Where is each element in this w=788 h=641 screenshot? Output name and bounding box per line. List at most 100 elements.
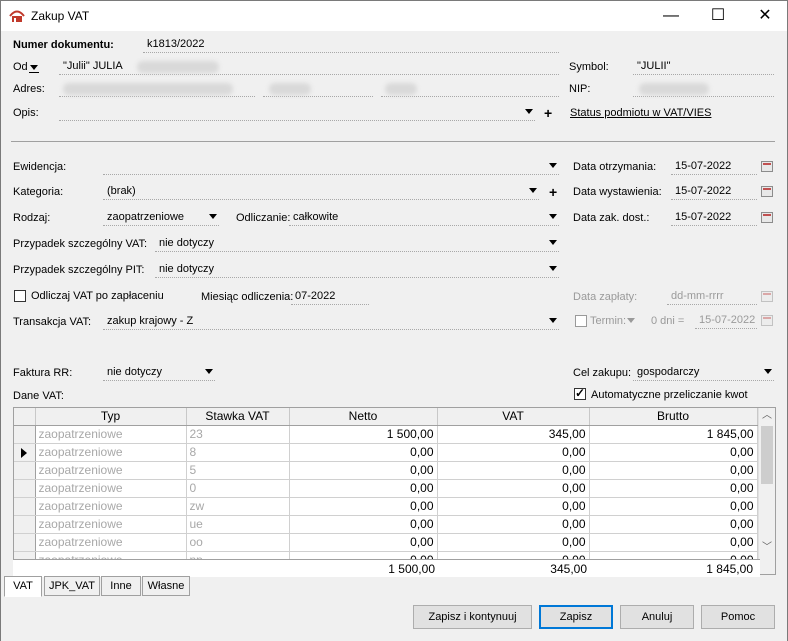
cell-vat[interactable]: 0,00 — [437, 443, 590, 462]
kategoria-dropdown[interactable]: (brak) — [103, 184, 539, 200]
cancel-button[interactable]: Anuluj — [620, 605, 694, 629]
calendar-icon[interactable] — [761, 291, 773, 302]
data-zaplaty-field[interactable]: dd-mm-rrrr — [667, 289, 757, 305]
grid-vertical-scrollbar[interactable]: ︿ ﹀ — [758, 408, 775, 574]
cell-stawka[interactable]: ue — [186, 515, 290, 534]
ewidencja-dropdown[interactable] — [103, 159, 559, 175]
from-dropdown-button[interactable] — [29, 62, 39, 74]
data-zak-field[interactable]: 15-07-2022 — [671, 210, 757, 226]
data-otrzymania-field[interactable]: 15-07-2022 — [671, 159, 757, 175]
cell-vat[interactable]: 345,00 — [437, 425, 590, 444]
table-row[interactable]: zaopatrzeniowe oo 0,00 0,00 0,00 — [14, 533, 758, 552]
cell-netto[interactable]: 0,00 — [289, 497, 438, 516]
cell-vat[interactable]: 0,00 — [437, 497, 590, 516]
cell-vat[interactable]: 0,00 — [437, 479, 590, 498]
calendar-icon[interactable] — [761, 315, 773, 326]
doc-number-field[interactable]: k1813/2022 — [143, 37, 559, 53]
column-header-stawka[interactable]: Stawka VAT — [186, 408, 290, 426]
termin-date-field[interactable]: 15-07-2022 — [695, 313, 757, 329]
row-indicator[interactable] — [14, 443, 36, 462]
termin-chevron-down-icon[interactable] — [627, 318, 635, 323]
data-wystawienia-field[interactable]: 15-07-2022 — [671, 184, 757, 200]
przypadek-pit-dropdown[interactable]: nie dotyczy — [155, 262, 559, 278]
column-header-netto[interactable]: Netto — [289, 408, 438, 426]
table-row[interactable]: zaopatrzeniowe 23 1 500,00 345,00 1 845,… — [14, 425, 758, 444]
cell-typ[interactable]: zaopatrzeniowe — [35, 443, 187, 462]
cell-typ[interactable]: zaopatrzeniowe — [35, 533, 187, 552]
cell-stawka[interactable]: 0 — [186, 479, 290, 498]
cell-netto[interactable]: 0,00 — [289, 443, 438, 462]
maximize-button[interactable]: ☐ — [695, 1, 741, 31]
scroll-down-icon[interactable]: ﹀ — [759, 540, 775, 556]
transakcja-dropdown[interactable]: zakup krajowy - Z — [103, 314, 559, 330]
row-indicator[interactable] — [14, 461, 36, 480]
column-header-vat[interactable]: VAT — [437, 408, 590, 426]
cell-brutto[interactable]: 0,00 — [589, 461, 758, 480]
table-row[interactable]: zaopatrzeniowe ue 0,00 0,00 0,00 — [14, 515, 758, 534]
auto-przeliczanie-checkbox[interactable] — [574, 386, 586, 400]
miesiac-field[interactable]: 07-2022 — [291, 289, 369, 305]
table-row[interactable]: zaopatrzeniowe zw 0,00 0,00 0,00 — [14, 497, 758, 516]
table-row[interactable]: zaopatrzeniowe 5 0,00 0,00 0,00 — [14, 461, 758, 480]
tab-jpk-vat[interactable]: JPK_VAT — [44, 576, 100, 596]
symbol-field[interactable]: "JULII" — [633, 59, 774, 75]
cell-netto[interactable]: 0,00 — [289, 533, 438, 552]
status-vat-vies-link[interactable]: Status podmiotu w VAT/VIES — [570, 107, 711, 119]
row-indicator[interactable] — [14, 515, 36, 534]
cel-zakupu-dropdown[interactable]: gospodarczy — [633, 365, 774, 381]
przypadek-vat-dropdown[interactable]: nie dotyczy — [155, 236, 559, 252]
cell-typ[interactable]: zaopatrzeniowe — [35, 515, 187, 534]
row-indicator[interactable] — [14, 479, 36, 498]
cell-stawka[interactable]: 5 — [186, 461, 290, 480]
cell-brutto[interactable]: 0,00 — [589, 497, 758, 516]
cell-netto[interactable]: 0,00 — [289, 461, 438, 480]
table-row[interactable]: zaopatrzeniowe 8 0,00 0,00 0,00 — [14, 443, 758, 462]
cell-typ[interactable]: zaopatrzeniowe — [35, 479, 187, 498]
help-button[interactable]: Pomoc — [701, 605, 775, 629]
row-indicator[interactable] — [14, 425, 36, 444]
odliczanie-dropdown[interactable]: całkowite — [289, 210, 559, 226]
cell-brutto[interactable]: 0,00 — [589, 533, 758, 552]
cell-vat[interactable]: 0,00 — [437, 515, 590, 534]
calendar-icon[interactable] — [761, 186, 773, 197]
cell-vat[interactable]: 0,00 — [437, 533, 590, 552]
scroll-up-icon[interactable]: ︿ — [759, 408, 775, 424]
cell-stawka[interactable]: zw — [186, 497, 290, 516]
save-continue-button[interactable]: Zapisz i kontynuuj — [413, 605, 532, 629]
cell-vat[interactable]: 0,00 — [437, 461, 590, 480]
cell-typ[interactable]: zaopatrzeniowe — [35, 461, 187, 480]
tab-wlasne[interactable]: Własne — [142, 576, 190, 596]
row-indicator[interactable] — [14, 497, 36, 516]
cell-stawka[interactable]: 23 — [186, 425, 290, 444]
table-row[interactable]: zaopatrzeniowe 0 0,00 0,00 0,00 — [14, 479, 758, 498]
column-header-brutto[interactable]: Brutto — [589, 408, 758, 426]
cell-stawka[interactable]: oo — [186, 533, 290, 552]
cell-netto[interactable]: 0,00 — [289, 479, 438, 498]
cell-typ[interactable]: zaopatrzeniowe — [35, 425, 187, 444]
odliczaj-vat-checkbox[interactable] — [14, 290, 26, 302]
close-button[interactable]: ✕ — [742, 1, 788, 31]
tab-vat[interactable]: VAT — [4, 576, 42, 597]
cell-typ[interactable]: zaopatrzeniowe — [35, 497, 187, 516]
cell-brutto[interactable]: 0,00 — [589, 479, 758, 498]
add-description-icon[interactable]: + — [544, 106, 552, 120]
cell-brutto[interactable]: 0,00 — [589, 515, 758, 534]
description-dropdown[interactable] — [59, 105, 535, 121]
minimize-button[interactable]: — — [648, 1, 694, 31]
cell-netto[interactable]: 0,00 — [289, 515, 438, 534]
faktura-rr-dropdown[interactable]: nie dotyczy — [103, 365, 215, 381]
termin-checkbox[interactable] — [575, 315, 587, 327]
calendar-icon[interactable] — [761, 212, 773, 223]
row-indicator[interactable] — [14, 533, 36, 552]
rodzaj-dropdown[interactable]: zaopatrzeniowe — [103, 210, 219, 226]
contractor-field[interactable]: "Julii" JULIA — [59, 59, 559, 75]
cell-stawka[interactable]: 8 — [186, 443, 290, 462]
column-header-typ[interactable]: Typ — [35, 408, 187, 426]
cell-netto[interactable]: 1 500,00 — [289, 425, 438, 444]
scroll-thumb[interactable] — [761, 426, 773, 484]
add-kategoria-icon[interactable]: + — [549, 185, 557, 199]
tab-inne[interactable]: Inne — [101, 576, 141, 596]
cell-brutto[interactable]: 0,00 — [589, 443, 758, 462]
save-button[interactable]: Zapisz — [539, 605, 613, 629]
calendar-icon[interactable] — [761, 161, 773, 172]
